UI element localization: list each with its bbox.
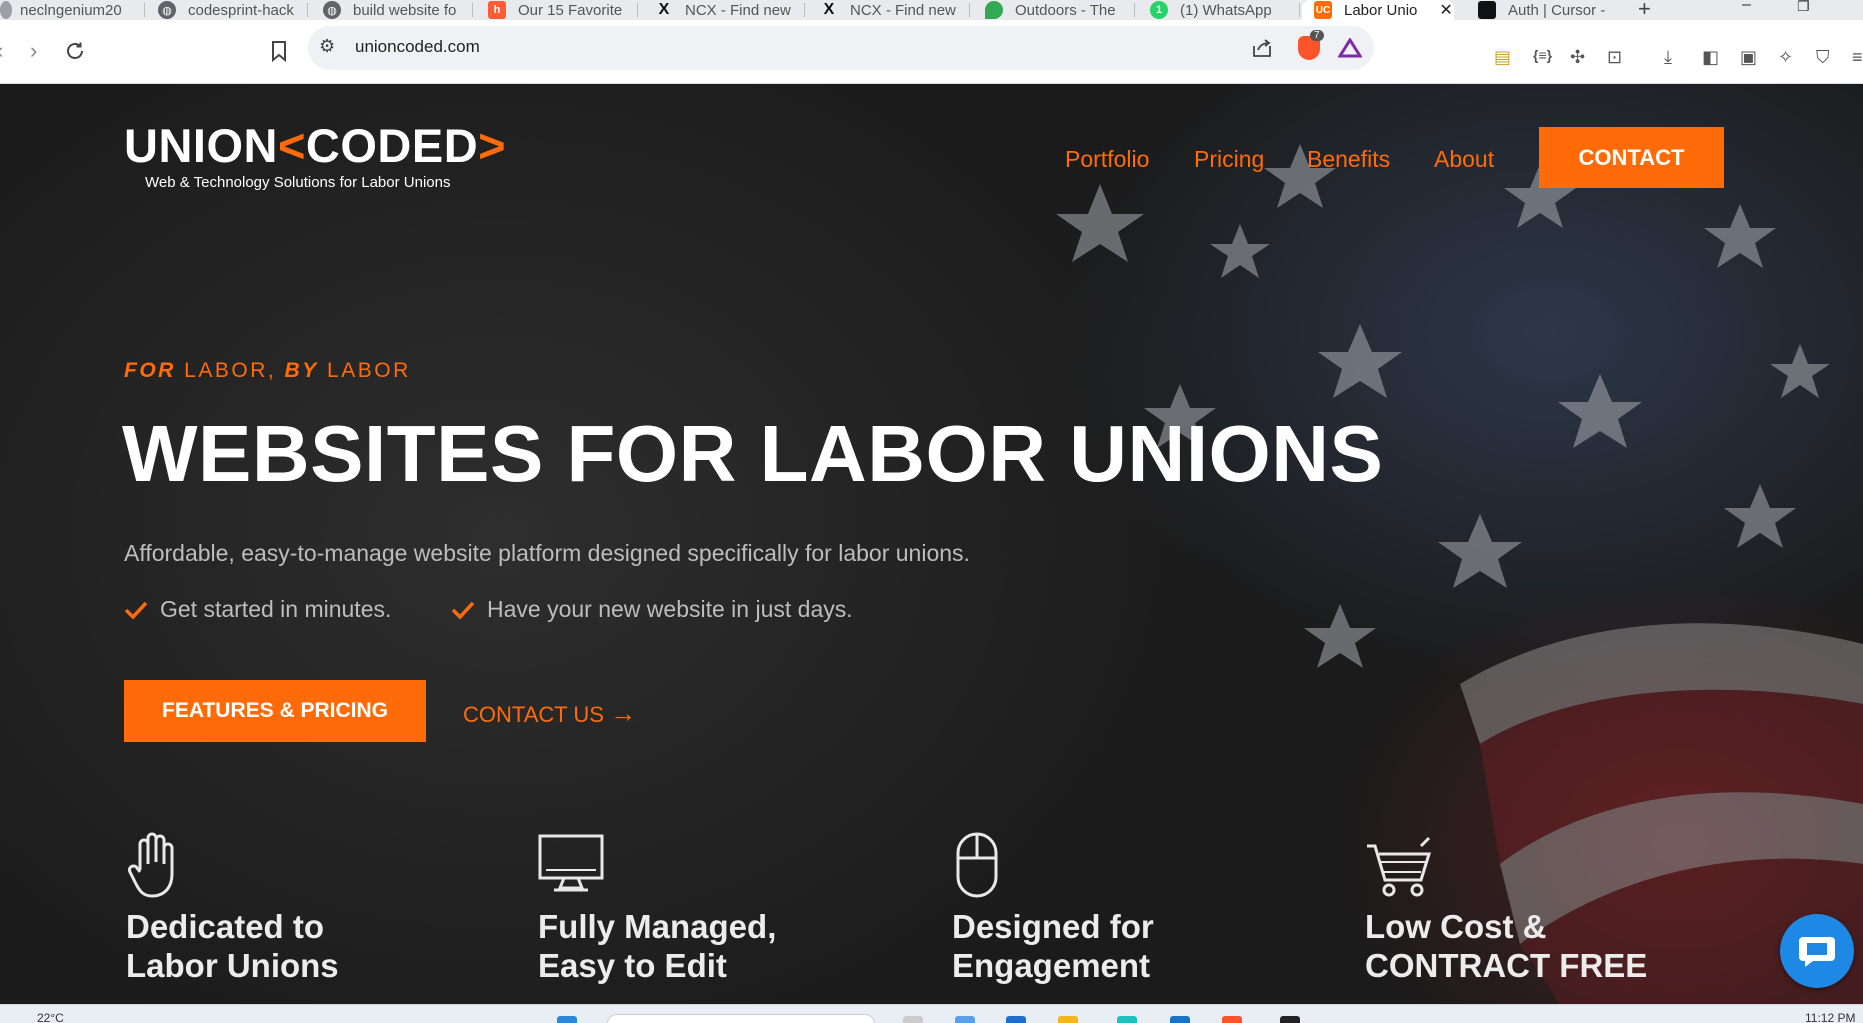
- back-icon[interactable]: ‹: [0, 38, 3, 64]
- logo-tagline: Web & Technology Solutions for Labor Uni…: [145, 174, 451, 191]
- tab-title: (1) WhatsApp: [1180, 1, 1272, 19]
- nav-pricing[interactable]: Pricing: [1194, 146, 1264, 173]
- checkmark-icon: [124, 601, 148, 620]
- logo-wordmark: UNION<CODED>: [124, 119, 507, 172]
- site-settings-icon[interactable]: ⚙: [319, 36, 335, 57]
- hero-description: Affordable, easy-to-manage website platf…: [124, 540, 970, 566]
- feature-low-cost: Low Cost & CONTRACT FREE: [1365, 832, 1647, 985]
- tab-neclngenium[interactable]: neclngenium20: [0, 0, 145, 20]
- brave-icon[interactable]: [1222, 1016, 1242, 1023]
- tab-title: Labor Unio: [1344, 1, 1418, 19]
- json-extension-icon[interactable]: {≡}: [1533, 47, 1552, 63]
- restore-icon[interactable]: ❐: [1797, 0, 1810, 15]
- minimize-icon[interactable]: –: [1742, 0, 1751, 14]
- hubspot-icon: h: [488, 1, 506, 19]
- leaf-icon: [985, 1, 1003, 19]
- brave-rewards-icon[interactable]: [1338, 38, 1362, 58]
- sidebar-icon[interactable]: ◧: [1702, 47, 1719, 68]
- tab-title: neclngenium20: [20, 1, 122, 19]
- tab-ncx-2[interactable]: X NCX - Find new: [820, 0, 970, 20]
- nav-benefits[interactable]: Benefits: [1307, 146, 1390, 173]
- tab-auth-cursor[interactable]: Auth | Cursor -: [1478, 0, 1628, 20]
- chat-bubble-icon: [1799, 937, 1835, 967]
- whatsapp-icon: 1: [1150, 1, 1168, 19]
- chat-widget-button[interactable]: [1780, 914, 1854, 988]
- leo-ai-icon[interactable]: ✧: [1778, 47, 1793, 68]
- address-bar[interactable]: ⚙ unioncoded.com 7: [308, 26, 1374, 70]
- browser-toolbar: ‹ › ⚙ unioncoded.com 7 ▤ {≡} ✣ ⊡ ⤓ ◧ ▣ ✧…: [0, 20, 1863, 84]
- url-text[interactable]: unioncoded.com: [355, 37, 480, 57]
- cursor-icon: [1478, 1, 1496, 19]
- checkmark-icon: [451, 601, 475, 620]
- monitor-icon: [538, 834, 604, 892]
- hero-section: UNION<CODED> Web & Technology Solutions …: [0, 84, 1863, 1004]
- taskbar-search[interactable]: [607, 1014, 875, 1023]
- extensions-puzzle-icon[interactable]: ✣: [1570, 47, 1585, 68]
- file-explorer-icon[interactable]: [1058, 1016, 1078, 1023]
- tab-site-icon: [0, 1, 12, 19]
- forward-icon[interactable]: ›: [30, 38, 37, 64]
- tab-build-website[interactable]: ◍ build website fo: [323, 0, 473, 20]
- hero-headline: WEBSITES FOR LABOR UNIONS: [122, 409, 1384, 498]
- globe-icon: ◍: [323, 1, 341, 19]
- hand-icon: [128, 832, 174, 898]
- widgets-icon[interactable]: [955, 1016, 975, 1023]
- tab-title: Our 15 Favorite: [518, 1, 623, 19]
- features-pricing-button[interactable]: FEATURES & PRICING: [124, 680, 426, 742]
- x-icon: X: [823, 1, 835, 18]
- tab-title: build website fo: [353, 1, 457, 19]
- tab-title: NCX - Find new: [850, 1, 956, 19]
- tab-ncx-1[interactable]: X NCX - Find new: [655, 0, 805, 20]
- windows-taskbar: 22°C 11:12 PM: [0, 1004, 1863, 1023]
- downloads-icon[interactable]: ⤓: [1664, 47, 1672, 68]
- site-logo[interactable]: UNION<CODED> Web & Technology Solutions …: [124, 119, 507, 192]
- wallet-icon[interactable]: ▣: [1740, 47, 1757, 68]
- contact-us-link[interactable]: CONTACT US →: [463, 698, 636, 729]
- tab-title: codesprint-hack: [188, 1, 294, 19]
- tab-codesprint[interactable]: ◍ codesprint-hack: [158, 0, 308, 20]
- contact-button[interactable]: CONTACT: [1539, 127, 1724, 188]
- new-tab-icon[interactable]: +: [1638, 0, 1651, 22]
- tab-title: NCX - Find new: [685, 1, 791, 19]
- tab-our-15-favorite[interactable]: h Our 15 Favorite: [488, 0, 638, 20]
- share-icon[interactable]: [1251, 38, 1273, 58]
- arrow-right-icon: →: [610, 698, 637, 728]
- nav-about[interactable]: About: [1434, 146, 1494, 173]
- cart-icon: [1367, 836, 1432, 897]
- uc-icon: UC: [1314, 1, 1332, 19]
- nav-portfolio[interactable]: Portfolio: [1065, 146, 1149, 173]
- app-icon[interactable]: [1117, 1016, 1137, 1023]
- tab-search-icon[interactable]: ⊡: [1607, 47, 1622, 68]
- menu-icon[interactable]: ≡: [1852, 47, 1863, 68]
- outlook-icon[interactable]: [1170, 1016, 1190, 1023]
- mouse-icon: [956, 832, 998, 898]
- feature-dedicated: Dedicated to Labor Unions: [126, 832, 339, 985]
- task-view-icon[interactable]: [903, 1016, 923, 1023]
- brave-shields-icon[interactable]: 7: [1298, 30, 1324, 60]
- feature-managed: Fully Managed, Easy to Edit: [538, 832, 776, 985]
- tab-title: Auth | Cursor -: [1508, 1, 1606, 19]
- start-icon[interactable]: [557, 1016, 577, 1023]
- bookmark-icon[interactable]: [271, 40, 287, 62]
- tab-outdoors[interactable]: Outdoors - The: [985, 0, 1135, 20]
- weather-temperature[interactable]: 22°C: [37, 1011, 64, 1023]
- x-icon: X: [658, 1, 670, 18]
- globe-icon: ◍: [158, 1, 176, 19]
- tab-title: Outdoors - The: [1015, 1, 1116, 19]
- hero-eyebrow: FOR LABOR, BY LABOR: [124, 359, 411, 382]
- browser-tab-strip: neclngenium20 ◍ codesprint-hack ◍ build …: [0, 0, 1863, 22]
- edge-icon[interactable]: [1006, 1016, 1026, 1023]
- close-tab-icon[interactable]: ✕: [1439, 0, 1452, 20]
- taskbar-clock[interactable]: 11:12 PM: [1805, 1011, 1855, 1023]
- notes-extension-icon[interactable]: ▤: [1494, 47, 1511, 68]
- check-item-days: Have your new website in just days.: [451, 596, 853, 623]
- reload-icon[interactable]: [64, 40, 86, 62]
- tab-labor-unions[interactable]: UC Labor Unio ✕: [1302, 0, 1454, 20]
- cursor-app-icon[interactable]: [1280, 1016, 1300, 1023]
- tab-whatsapp[interactable]: 1 (1) WhatsApp: [1150, 0, 1300, 20]
- shields-count-badge: 7: [1310, 30, 1324, 41]
- vpn-icon[interactable]: ⛉: [1816, 47, 1830, 68]
- check-item-started: Get started in minutes.: [124, 596, 391, 623]
- feature-engagement: Designed for Engagement: [952, 832, 1154, 985]
